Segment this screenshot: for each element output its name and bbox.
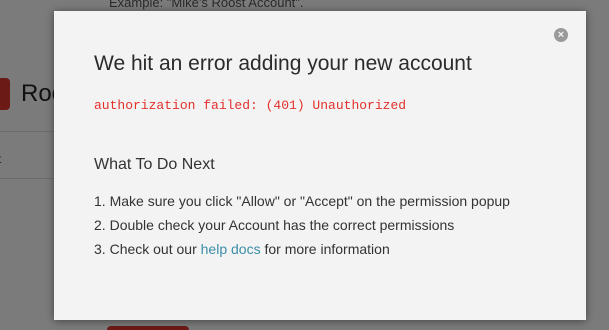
error-modal: × We hit an error adding your new accoun… xyxy=(54,11,586,320)
close-icon[interactable]: × xyxy=(554,28,568,42)
modal-title: We hit an error adding your new account xyxy=(94,52,472,75)
list-item: 2. Double check your Account has the cor… xyxy=(94,214,510,238)
step-number: 2. xyxy=(94,217,110,233)
step-text: Make sure you click "Allow" or "Accept" … xyxy=(109,193,510,209)
next-steps-heading: What To Do Next xyxy=(94,156,215,173)
error-message: authorization failed: (401) Unauthorized xyxy=(94,98,407,113)
step-text: Double check your Account has the correc… xyxy=(109,217,455,233)
help-docs-link[interactable]: help docs xyxy=(201,241,261,257)
list-item: 3. Check out our help docs for more info… xyxy=(94,238,510,262)
step-number: 1. xyxy=(94,193,110,209)
step-text: for more information xyxy=(260,241,390,257)
step-number: 3. xyxy=(94,241,110,257)
step-text: Check out our xyxy=(109,241,201,257)
next-steps-list: 1. Make sure you click "Allow" or "Accep… xyxy=(94,190,510,262)
list-item: 1. Make sure you click "Allow" or "Accep… xyxy=(94,190,510,214)
